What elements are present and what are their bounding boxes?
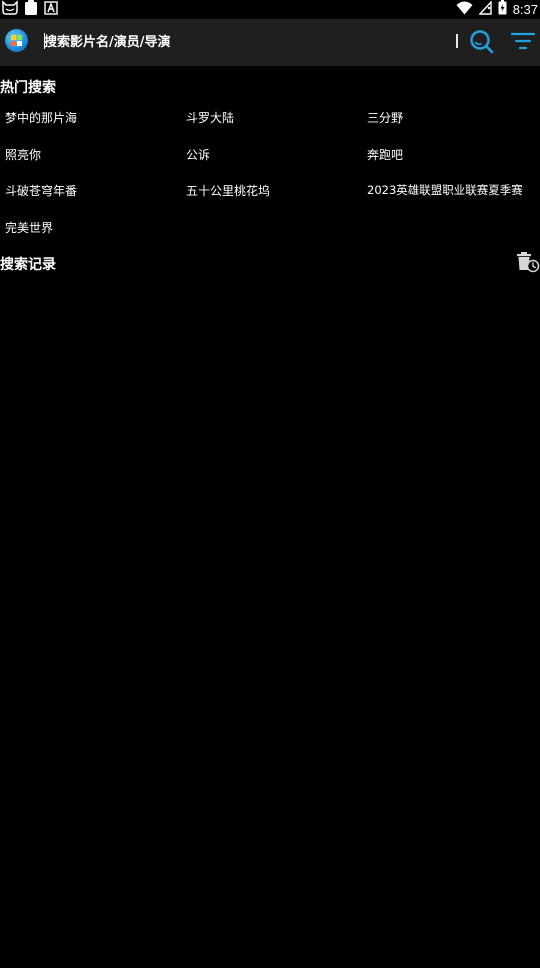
text-caret xyxy=(44,33,45,49)
status-bar: 8:37 xyxy=(0,0,540,19)
search-button[interactable] xyxy=(469,29,494,54)
search-icon xyxy=(469,30,494,58)
search-input[interactable] xyxy=(44,31,444,53)
status-time: 8:37 xyxy=(512,2,538,17)
hot-search-item[interactable]: 照亮你 xyxy=(5,146,41,163)
clipboard-icon xyxy=(24,0,38,19)
hot-search-item[interactable]: 奔跑吧 xyxy=(367,146,403,163)
hot-search-title: 热门搜索 xyxy=(0,80,56,96)
search-history-title: 搜索记录 xyxy=(0,257,56,273)
hot-search-item[interactable]: 三分野 xyxy=(367,109,403,126)
battery-icon xyxy=(498,0,507,19)
hot-search-item[interactable]: 五十公里桃花坞 xyxy=(186,182,270,199)
filter-button[interactable] xyxy=(510,31,536,51)
hot-search-item[interactable]: 公诉 xyxy=(186,146,210,163)
search-divider xyxy=(456,34,458,48)
wifi-icon xyxy=(456,0,473,19)
hot-search-item[interactable]: 梦中的那片海 xyxy=(5,109,77,126)
notification-cat-icon xyxy=(2,0,18,19)
app-logo-icon[interactable] xyxy=(5,29,28,52)
hot-search-item[interactable]: 斗罗大陆 xyxy=(186,109,234,126)
trash-clock-icon xyxy=(516,252,540,277)
status-bar-left xyxy=(2,0,58,19)
hot-search-item[interactable]: 斗破苍穹年番 xyxy=(5,182,77,199)
filter-icon xyxy=(510,32,536,55)
hot-search-item[interactable]: 完美世界 xyxy=(5,219,53,236)
status-bar-right: 8:37 xyxy=(456,0,538,19)
a-letter-icon xyxy=(44,0,58,19)
clear-history-button[interactable] xyxy=(516,251,540,273)
search-header xyxy=(0,19,540,66)
hot-search-item[interactable]: 2023英雄联盟职业联赛夏季赛 xyxy=(367,182,523,198)
sim-no-signal-icon xyxy=(478,0,492,19)
